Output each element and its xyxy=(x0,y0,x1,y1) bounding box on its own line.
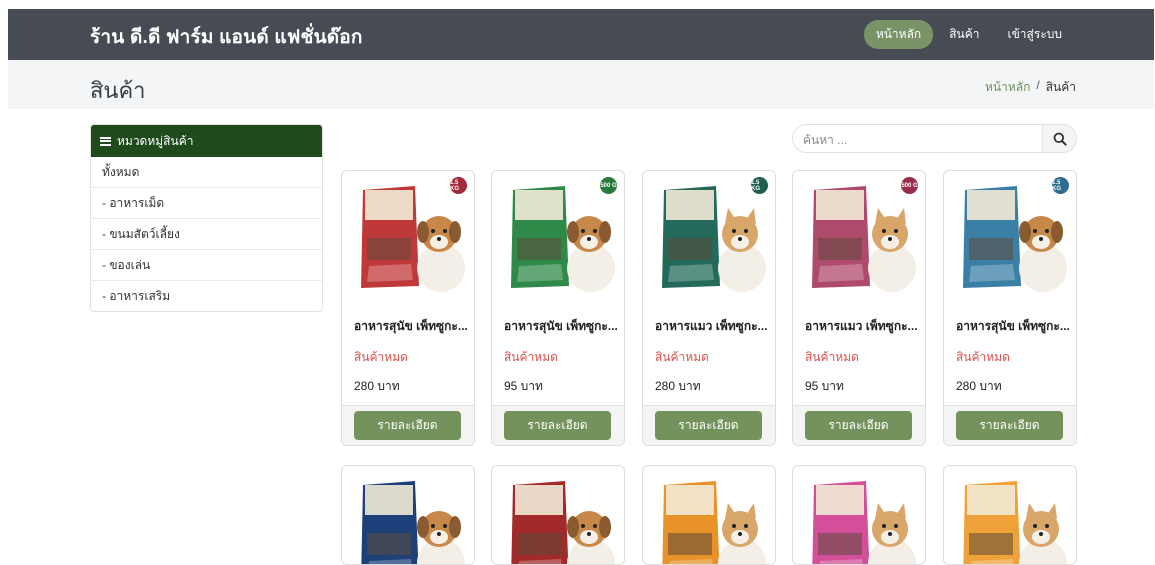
product-card xyxy=(491,465,625,565)
product-price: 95 บาท xyxy=(504,379,543,393)
breadcrumb: หน้าหลัก / สินค้า xyxy=(985,78,1076,97)
details-button[interactable]: รายละเอียด xyxy=(805,411,912,440)
product-image[interactable] xyxy=(499,471,617,564)
details-button[interactable]: รายละเอียด xyxy=(956,411,1063,440)
product-card-footer: รายละเอียด xyxy=(342,405,474,445)
stock-status: สินค้าหมด xyxy=(504,350,558,364)
product-image[interactable] xyxy=(650,471,768,564)
product-image[interactable] xyxy=(800,176,918,297)
product-image[interactable] xyxy=(349,176,467,297)
product-image[interactable] xyxy=(650,176,768,297)
search-input[interactable] xyxy=(803,131,1033,148)
product-illustration xyxy=(963,186,1067,292)
stock-status: สินค้าหมด xyxy=(805,350,859,364)
product-illustration xyxy=(511,186,615,292)
main-nav: หน้าหลัก สินค้า เข้าสู่ระบบ xyxy=(863,9,1154,60)
weight-badge: 500 G xyxy=(600,177,617,194)
nav-products[interactable]: สินค้า xyxy=(937,20,991,49)
product-card-footer: รายละเอียด xyxy=(944,405,1076,445)
nav-login[interactable]: เข้าสู่ระบบ xyxy=(996,20,1075,49)
menu-icon xyxy=(100,136,111,146)
product-image[interactable] xyxy=(499,176,617,297)
stock-status: สินค้าหมด xyxy=(655,350,709,364)
details-button[interactable]: รายละเอียด xyxy=(354,411,461,440)
category-header-label: หมวดหมู่สินค้า xyxy=(117,133,194,148)
search-button[interactable] xyxy=(1042,125,1076,152)
product-card: 1.5 KG อาหารสุนัข เพ็ทซูกะ... สินค้าหมด … xyxy=(943,170,1077,446)
category-item-pet-snacks[interactable]: - ขนมสัตว์เลี้ยง xyxy=(91,219,322,250)
search-box xyxy=(792,124,1077,153)
product-card-footer: รายละเอียด xyxy=(793,405,925,445)
product-image[interactable] xyxy=(800,471,918,564)
product-card-footer: รายละเอียด xyxy=(643,405,775,445)
product-card xyxy=(642,465,776,565)
product-card xyxy=(943,465,1077,565)
product-name[interactable]: อาหารแมว เพ็ทซูกะ... xyxy=(805,317,919,336)
product-name[interactable]: อาหารสุนัข เพ็ทซูกะ... xyxy=(354,317,468,336)
product-price: 280 บาท xyxy=(655,379,701,393)
product-price: 95 บาท xyxy=(805,379,844,393)
product-illustration xyxy=(812,186,916,292)
product-name[interactable]: อาหารสุนัข เพ็ทซูกะ... xyxy=(504,317,618,336)
product-card: 1.5 KG อาหารสุนัข เพ็ทซูกะ... สินค้าหมด … xyxy=(341,170,475,446)
product-card: 500 G อาหารสุนัข เพ็ทซูกะ... สินค้าหมด 9… xyxy=(491,170,625,446)
breadcrumb-current: สินค้า xyxy=(1045,80,1076,94)
weight-badge: 1.5 KG xyxy=(751,177,768,194)
product-illustration xyxy=(361,481,465,564)
breadcrumb-home-link[interactable]: หน้าหลัก xyxy=(985,78,1030,97)
category-item-toys[interactable]: - ของเล่น xyxy=(91,250,322,281)
weight-badge: 500 G xyxy=(901,177,918,194)
breadcrumb-separator: / xyxy=(1036,78,1040,92)
product-card xyxy=(792,465,926,565)
page-title: สินค้า xyxy=(90,78,146,103)
product-illustration xyxy=(662,186,766,292)
category-item-supplements[interactable]: - อาหารเสริม xyxy=(91,281,322,311)
product-price: 280 บาท xyxy=(956,379,1002,393)
product-name[interactable]: อาหารสุนัข เพ็ทซูกะ... xyxy=(956,317,1070,336)
product-illustration xyxy=(361,186,465,292)
page-header: สินค้า หน้าหลัก / สินค้า xyxy=(8,60,1154,109)
product-name[interactable]: อาหารแมว เพ็ทซูกะ... xyxy=(655,317,769,336)
product-card-footer: รายละเอียด xyxy=(492,405,624,445)
category-item-all[interactable]: ทั้งหมด xyxy=(91,157,322,188)
brand-logo-text[interactable]: ร้าน ดี.ดี ฟาร์ม แอนด์ แฟชั่นด๊อก xyxy=(90,22,363,52)
product-illustration xyxy=(662,481,766,564)
stock-status: สินค้าหมด xyxy=(956,350,1010,364)
category-item-dry-food[interactable]: - อาหารเม็ด xyxy=(91,188,322,219)
product-illustration xyxy=(812,481,916,564)
product-image[interactable] xyxy=(349,471,467,564)
product-image[interactable] xyxy=(951,471,1069,564)
product-illustration xyxy=(511,481,615,564)
search-icon xyxy=(1053,132,1067,146)
category-sidebar: หมวดหมู่สินค้า ทั้งหมด - อาหารเม็ด - ขนม… xyxy=(90,124,323,312)
top-navbar: ร้าน ดี.ดี ฟาร์ม แอนด์ แฟชั่นด๊อก หน้าหล… xyxy=(8,9,1154,60)
product-price: 280 บาท xyxy=(354,379,400,393)
nav-home[interactable]: หน้าหลัก xyxy=(863,20,934,49)
product-card xyxy=(341,465,475,565)
product-image[interactable] xyxy=(951,176,1069,297)
product-card: 500 G อาหารแมว เพ็ทซูกะ... สินค้าหมด 95 … xyxy=(792,170,926,446)
stock-status: สินค้าหมด xyxy=(354,350,408,364)
product-card: 1.5 KG อาหารแมว เพ็ทซูกะ... สินค้าหมด 28… xyxy=(642,170,776,446)
details-button[interactable]: รายละเอียด xyxy=(655,411,762,440)
product-illustration xyxy=(963,481,1067,564)
category-header: หมวดหมู่สินค้า xyxy=(91,125,322,157)
weight-badge: 1.5 KG xyxy=(450,177,467,194)
weight-badge: 1.5 KG xyxy=(1052,177,1069,194)
details-button[interactable]: รายละเอียด xyxy=(504,411,611,440)
